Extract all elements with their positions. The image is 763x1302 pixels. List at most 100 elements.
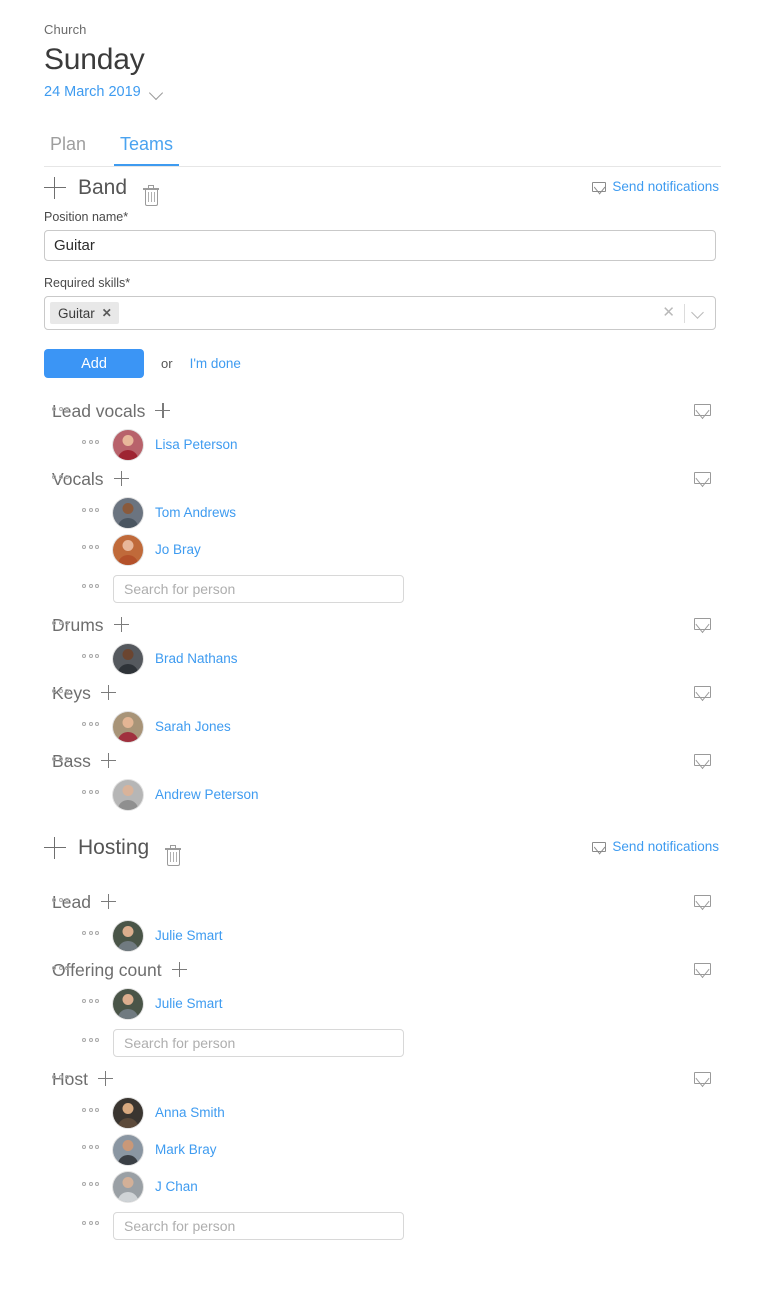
position-block: Vocals Tom Andrews Jo Bray [0,463,763,609]
avatar-body [117,517,139,528]
skill-chip[interactable]: Guitar ✕ [50,302,119,324]
envelope-icon[interactable] [694,686,711,698]
drag-dot [95,440,99,444]
person-name[interactable]: Julie Smart [155,927,223,944]
position-notify-icon[interactable] [694,962,711,980]
drag-handle-icon[interactable] [52,966,69,970]
drag-handle-icon[interactable] [82,545,99,549]
drag-handle-icon[interactable] [82,440,99,444]
person-name[interactable]: Andrew Peterson [155,786,259,803]
avatar-head [122,502,134,514]
search-person-input[interactable] [113,1028,404,1057]
person-name[interactable]: J Chan [155,1178,198,1195]
add-button[interactable]: Add [44,349,144,378]
drag-dot [82,654,86,658]
drag-handle-icon[interactable] [82,508,99,512]
drag-handle-icon[interactable] [82,931,99,935]
drag-handle-icon[interactable] [82,1108,99,1112]
date-selector[interactable]: 24 March 2019 [44,83,763,101]
position-notify-icon[interactable] [694,685,711,703]
send-notifications-label[interactable]: Send notifications [612,179,719,195]
drag-handle-icon[interactable] [82,1182,99,1186]
team-header: Hosting Send notifications [0,827,763,869]
drag-handle-icon[interactable] [52,475,69,479]
add-person-icon[interactable] [100,685,116,700]
person-name[interactable]: Tom Andrews [155,504,236,521]
add-person-icon[interactable] [113,471,129,486]
drag-handle-icon[interactable] [52,689,69,693]
position-name-input[interactable] [44,230,716,261]
trash-can [144,189,158,206]
envelope-icon[interactable] [592,842,607,852]
breadcrumb: Church [44,22,87,37]
chevron-down-icon[interactable] [150,88,165,97]
drag-handle-icon[interactable] [52,621,69,625]
add-position-icon[interactable] [44,837,66,859]
drag-handle-icon[interactable] [82,790,99,794]
im-done-link[interactable]: I'm done [190,356,241,371]
person-name[interactable]: Anna Smith [155,1104,225,1121]
trash-icon[interactable] [165,844,182,867]
add-person-icon[interactable] [100,894,116,909]
required-skills-box[interactable]: Guitar ✕ ✕ [44,296,716,330]
drag-dot [52,689,56,693]
envelope-icon[interactable] [694,754,711,766]
search-person-input[interactable] [113,1211,404,1240]
person-name[interactable]: Sarah Jones [155,718,231,735]
send-notifications-link[interactable]: Send notifications [592,839,719,855]
date-link[interactable]: 24 March 2019 [44,83,141,101]
tab-plan[interactable]: Plan [44,133,92,166]
drag-handle-icon[interactable] [82,654,99,658]
drag-handle-icon[interactable] [82,722,99,726]
add-person-icon[interactable] [97,1071,113,1086]
drag-dot [82,1221,86,1225]
send-notifications-label[interactable]: Send notifications [612,839,719,855]
envelope-icon[interactable] [694,963,711,975]
position-notify-icon[interactable] [694,894,711,912]
position-notify-icon[interactable] [694,403,711,421]
drag-dot [52,407,56,411]
add-person-icon[interactable] [113,617,129,632]
envelope-icon[interactable] [694,1072,711,1084]
position-block: Bass Andrew Peterson [0,745,763,813]
drag-handle-icon[interactable] [52,898,69,902]
person-name[interactable]: Mark Bray [155,1141,217,1158]
tab-teams[interactable]: Teams [114,133,180,166]
add-person-icon[interactable] [155,403,171,418]
add-person-icon[interactable] [100,753,116,768]
drag-handle-icon[interactable] [82,1038,99,1042]
person-row: J Chan [0,1168,763,1205]
envelope-icon[interactable] [592,182,607,192]
or-text: or [161,356,173,371]
envelope-icon[interactable] [694,472,711,484]
close-icon[interactable]: ✕ [102,307,112,319]
position-notify-icon[interactable] [694,617,711,635]
search-person-input[interactable] [113,574,404,603]
position-notify-icon[interactable] [694,471,711,489]
drag-handle-icon[interactable] [82,584,99,588]
chevron-down-icon[interactable] [685,303,711,323]
drag-handle-icon[interactable] [82,1145,99,1149]
drag-handle-icon[interactable] [52,407,69,411]
envelope-icon[interactable] [694,404,711,416]
envelope-icon[interactable] [694,895,711,907]
drag-handle-icon[interactable] [52,757,69,761]
drag-handle-icon[interactable] [82,999,99,1003]
drag-handle-icon[interactable] [52,1075,69,1079]
trash-icon[interactable] [143,184,160,207]
teams-page: Church Sunday 24 March 2019 Plan Teams Ba… [0,0,763,1302]
person-name[interactable]: Jo Bray [155,541,201,558]
person-name[interactable]: Lisa Peterson [155,436,238,453]
send-notifications-link[interactable]: Send notifications [592,179,719,195]
person-name[interactable]: Julie Smart [155,995,223,1012]
position-notify-icon[interactable] [694,753,711,771]
add-person-icon[interactable] [171,962,187,977]
avatar-body [117,1154,139,1165]
clear-icon[interactable]: ✕ [653,305,684,321]
person-name[interactable]: Brad Nathans [155,650,238,667]
envelope-icon[interactable] [694,618,711,630]
person-row: Julie Smart [0,917,763,954]
add-position-icon[interactable] [44,177,66,199]
position-notify-icon[interactable] [694,1071,711,1089]
drag-handle-icon[interactable] [82,1221,99,1225]
